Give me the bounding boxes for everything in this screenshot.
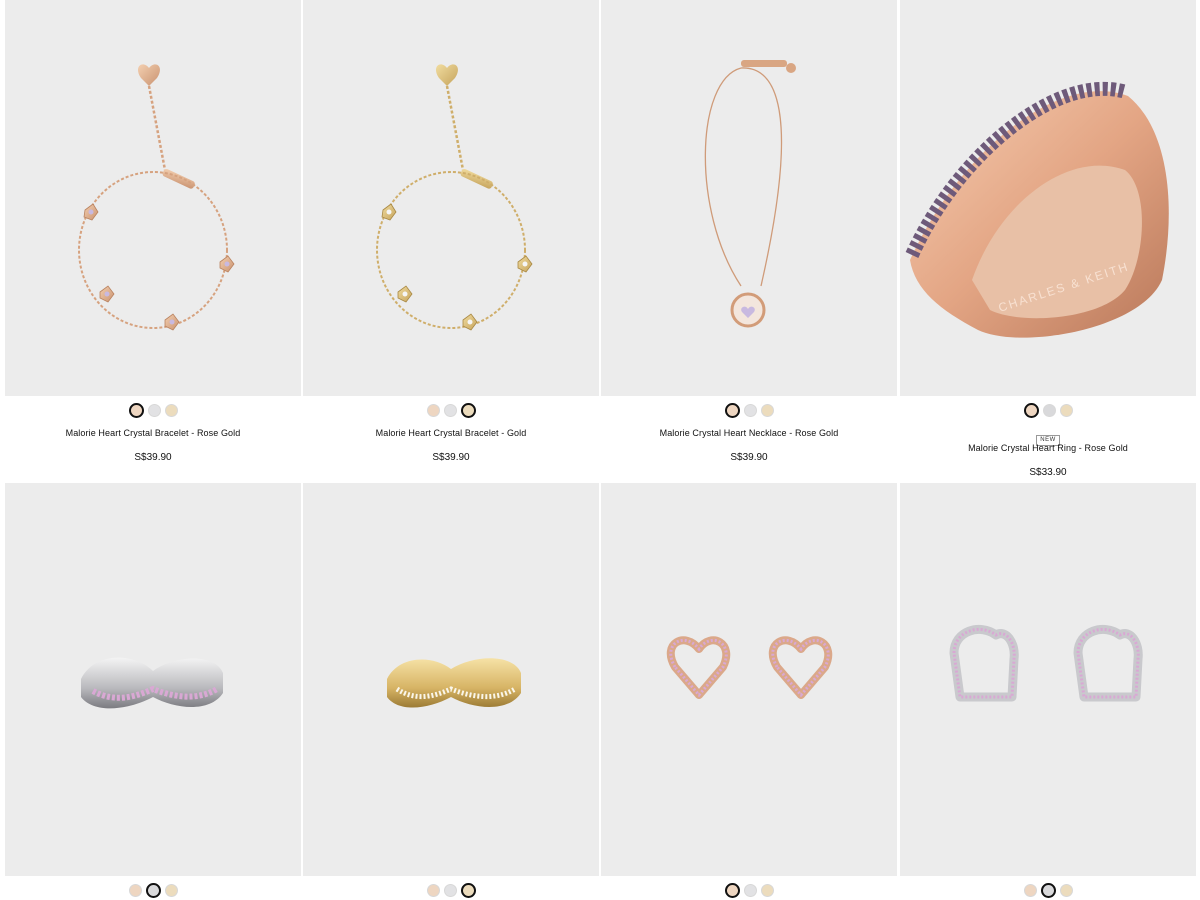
color-swatch[interactable] bbox=[1023, 883, 1037, 897]
product-image[interactable] bbox=[303, 483, 599, 876]
color-swatch[interactable] bbox=[128, 883, 142, 897]
product-image[interactable] bbox=[5, 483, 301, 876]
product-card[interactable] bbox=[303, 483, 599, 900]
product-grid: Malorie Heart Crystal Bracelet - Rose Go… bbox=[0, 0, 1200, 900]
earrings-silver-image bbox=[949, 624, 1143, 702]
necklace-rose-gold-image bbox=[704, 60, 796, 328]
product-price: S$39.90 bbox=[730, 452, 768, 463]
product-image[interactable] bbox=[601, 0, 897, 396]
color-swatch[interactable] bbox=[1059, 883, 1073, 897]
product-name[interactable]: Malorie Crystal Heart Necklace - Rose Go… bbox=[601, 428, 897, 438]
color-swatch[interactable] bbox=[724, 882, 740, 898]
product-name[interactable]: Malorie Heart Crystal Bracelet - Rose Go… bbox=[5, 428, 301, 438]
product-card[interactable]: Malorie Crystal Heart Necklace - Rose Go… bbox=[601, 0, 897, 482]
color-swatch[interactable] bbox=[460, 882, 476, 898]
product-image[interactable] bbox=[5, 0, 301, 396]
color-swatches bbox=[601, 882, 897, 898]
bracelet-rose-gold-image bbox=[78, 64, 235, 331]
color-swatch[interactable] bbox=[128, 402, 144, 418]
color-swatch[interactable] bbox=[760, 883, 774, 897]
ring-rose-gold-image: CHARLES & KEITH bbox=[905, 81, 1169, 338]
color-swatch[interactable] bbox=[164, 883, 178, 897]
product-card[interactable] bbox=[900, 483, 1196, 900]
color-swatch[interactable] bbox=[1023, 402, 1039, 418]
product-image[interactable] bbox=[601, 483, 897, 876]
product-image[interactable] bbox=[900, 483, 1196, 876]
color-swatch[interactable] bbox=[145, 882, 161, 898]
color-swatches bbox=[303, 402, 599, 418]
color-swatch[interactable] bbox=[1040, 882, 1056, 898]
color-swatch[interactable] bbox=[760, 403, 774, 417]
color-swatch[interactable] bbox=[743, 883, 757, 897]
product-price: S$39.90 bbox=[134, 452, 172, 463]
product-card[interactable] bbox=[5, 483, 301, 900]
color-swatch[interactable] bbox=[1042, 403, 1056, 417]
product-price: S$39.90 bbox=[432, 452, 470, 463]
product-image[interactable] bbox=[303, 0, 599, 396]
color-swatches bbox=[5, 402, 301, 418]
product-card[interactable]: Malorie Heart Crystal Bracelet - Rose Go… bbox=[5, 0, 301, 482]
product-price: S$33.90 bbox=[1029, 467, 1067, 478]
color-swatch[interactable] bbox=[460, 402, 476, 418]
color-swatches bbox=[303, 882, 599, 898]
color-swatch[interactable] bbox=[1059, 403, 1073, 417]
color-swatch[interactable] bbox=[724, 402, 740, 418]
color-swatch[interactable] bbox=[443, 403, 457, 417]
product-name[interactable]: Malorie Heart Crystal Bracelet - Gold bbox=[303, 428, 599, 438]
color-swatch[interactable] bbox=[426, 403, 440, 417]
ring-gold-image bbox=[387, 658, 521, 708]
ring-silver-image bbox=[81, 657, 223, 709]
color-swatches bbox=[5, 882, 301, 898]
color-swatches bbox=[900, 882, 1196, 898]
product-name[interactable]: Malorie Crystal Heart Ring - Rose Gold bbox=[900, 443, 1196, 453]
earrings-rose-gold-image bbox=[666, 636, 833, 699]
color-swatch[interactable] bbox=[443, 883, 457, 897]
color-swatch[interactable] bbox=[426, 883, 440, 897]
bracelet-gold-image bbox=[376, 64, 533, 331]
product-card[interactable]: CHARLES & KEITH NEW Malorie Crystal Hear… bbox=[900, 0, 1196, 482]
color-swatches bbox=[900, 402, 1196, 418]
color-swatch[interactable] bbox=[147, 403, 161, 417]
color-swatches bbox=[601, 402, 897, 418]
product-image[interactable]: CHARLES & KEITH bbox=[900, 0, 1196, 396]
color-swatch[interactable] bbox=[164, 403, 178, 417]
product-card[interactable] bbox=[601, 483, 897, 900]
product-card[interactable]: Malorie Heart Crystal Bracelet - Gold S$… bbox=[303, 0, 599, 482]
color-swatch[interactable] bbox=[743, 403, 757, 417]
